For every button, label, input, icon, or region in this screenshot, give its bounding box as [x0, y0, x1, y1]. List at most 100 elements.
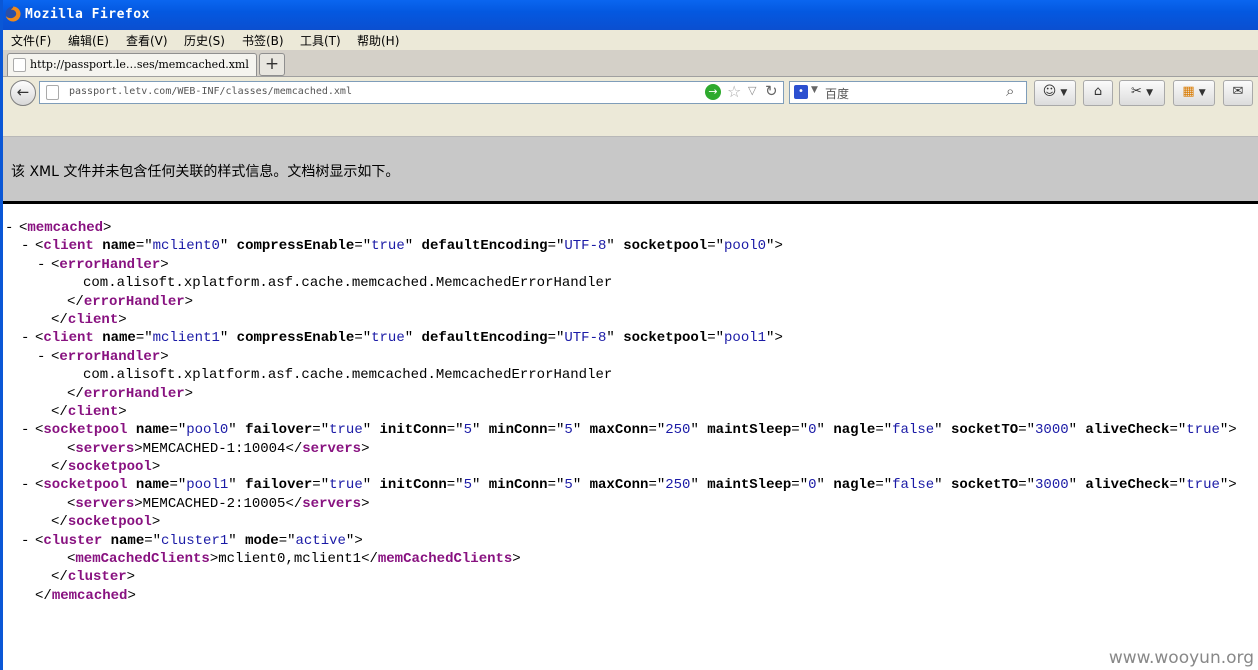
- xml-punct: >: [126, 569, 136, 586]
- xml-tag-name: socketpool: [43, 422, 128, 439]
- xml-line: - <client name="mclient1" compressEnable=…: [5, 329, 1258, 347]
- xml-punct: =": [875, 477, 893, 494]
- xml-tag-name: client: [43, 330, 94, 347]
- menu-view[interactable]: 查看(V): [126, 32, 168, 49]
- xml-line: - <memcached>: [5, 219, 1258, 237]
- back-button[interactable]: ←: [10, 80, 36, 106]
- xml-punct: =": [547, 422, 565, 439]
- xml-line: <memCachedClients>mclient0,mclient1</mem…: [5, 550, 1258, 568]
- collapse-toggle[interactable]: -: [5, 219, 19, 237]
- new-tab-button[interactable]: +: [259, 53, 285, 76]
- magnifier-icon[interactable]: ⌕: [1006, 82, 1014, 100]
- xml-tag-name: servers: [302, 495, 362, 512]
- screenshot-icon: ✂: [1131, 84, 1142, 99]
- url-bar[interactable]: passport.letv.com/WEB-INF/classes/memcac…: [39, 81, 784, 104]
- xml-attr-value: pool1: [186, 477, 229, 494]
- collapse-toggle[interactable]: -: [37, 256, 51, 274]
- xml-tag-name: socketpool: [67, 514, 152, 531]
- reload-icon[interactable]: ↻: [765, 82, 778, 100]
- menu-history[interactable]: 历史(S): [184, 32, 225, 49]
- tab-label: http://passport.le…ses/memcached.xml: [30, 58, 249, 71]
- collapse-toggle[interactable]: -: [21, 421, 35, 439]
- collapse-toggle[interactable]: -: [21, 237, 35, 255]
- screenshot-button[interactable]: ✂ ▼: [1119, 80, 1165, 106]
- xml-punct: >: [151, 514, 161, 531]
- search-engine-dropdown-icon[interactable]: ▼: [811, 85, 818, 95]
- xml-punct: >: [160, 348, 169, 365]
- xml-punct: =": [547, 330, 565, 347]
- xml-punct: </: [51, 514, 68, 531]
- xml-punct: >: [184, 293, 194, 310]
- site-identity-icon[interactable]: [46, 85, 59, 100]
- xml-attr-value: UTF-8: [564, 238, 607, 255]
- xml-attr-name: name: [127, 477, 170, 494]
- url-dropdown-icon[interactable]: ▽: [748, 84, 756, 97]
- xml-punct: >: [151, 459, 161, 476]
- search-bar[interactable]: • ▼ 百度 ⌕: [789, 81, 1027, 104]
- xml-document-tree: - <memcached> - <client name="mclient0" com…: [5, 219, 1258, 619]
- xml-attr-name: minConn: [480, 422, 548, 439]
- menu-tools[interactable]: 工具(T): [300, 32, 341, 49]
- xml-punct: =": [169, 422, 187, 439]
- xml-attr-name: initConn: [371, 422, 447, 439]
- xml-attr-value: 5: [463, 422, 472, 439]
- xml-punct: ">: [1219, 477, 1237, 494]
- go-arrow-icon[interactable]: →: [705, 84, 721, 100]
- xml-punct: </: [35, 587, 52, 604]
- xml-punct: </: [51, 569, 68, 586]
- tab-memcached-xml[interactable]: http://passport.le…ses/memcached.xml: [7, 53, 257, 76]
- xml-punct: </: [285, 440, 303, 457]
- xml-line: </client>: [5, 403, 1258, 421]
- xml-line: com.alisoft.xplatform.asf.cache.memcache…: [5, 366, 1258, 384]
- xml-attr-name: nagle: [824, 422, 876, 439]
- xml-punct: </: [51, 403, 68, 420]
- collapse-toggle[interactable]: -: [21, 532, 35, 550]
- xml-attr-name: socketpool: [614, 238, 708, 255]
- xml-attr-name: name: [93, 238, 136, 255]
- url-text[interactable]: passport.letv.com/WEB-INF/classes/memcac…: [69, 86, 352, 97]
- menu-file[interactable]: 文件(F): [11, 32, 51, 49]
- xml-line: <servers>MEMCACHED-1:10004</servers>: [5, 440, 1258, 458]
- baidu-paw-icon[interactable]: •: [794, 85, 808, 99]
- watermark: www.wooyun.org: [1108, 648, 1254, 668]
- menu-help[interactable]: 帮助(H): [357, 32, 399, 49]
- home-button[interactable]: ⌂: [1083, 80, 1113, 106]
- xml-punct: >: [118, 403, 127, 420]
- menu-edit[interactable]: 编辑(E): [68, 32, 109, 49]
- xml-attr-value: 5: [564, 422, 573, 439]
- apps-button[interactable]: ▦ ▼: [1173, 80, 1215, 106]
- xml-punct: =": [354, 238, 372, 255]
- xml-attr-value: 5: [564, 477, 573, 494]
- xml-punct: ": [404, 330, 414, 347]
- xml-punct: =": [791, 422, 809, 439]
- xml-punct: ": [362, 422, 372, 439]
- xml-punct: ">: [766, 238, 783, 255]
- window-titlebar[interactable]: Mozilla Firefox: [0, 0, 1258, 30]
- xml-punct: =": [312, 422, 330, 439]
- xml-punct: =": [1018, 477, 1036, 494]
- xml-punct: ": [572, 477, 582, 494]
- xml-attr-name: mode: [236, 532, 279, 549]
- mail-button[interactable]: ✉: [1223, 80, 1253, 106]
- xml-line: </client>: [5, 311, 1258, 329]
- xml-punct: =": [446, 422, 464, 439]
- xml-attr-value: true: [371, 238, 405, 255]
- xml-punct: =": [648, 422, 666, 439]
- collapse-toggle[interactable]: -: [21, 476, 35, 494]
- collapse-toggle[interactable]: -: [21, 329, 35, 347]
- menu-bookmarks[interactable]: 书签(B): [242, 32, 284, 49]
- xml-line: - <client name="mclient0" compressEnable=…: [5, 237, 1258, 255]
- xml-punct: =": [144, 532, 162, 549]
- xml-tag-name: client: [43, 238, 94, 255]
- xml-punct: =": [1169, 477, 1187, 494]
- xml-punct: =": [707, 238, 725, 255]
- xml-punct: </: [361, 551, 378, 568]
- menu-bar: 文件(F) 编辑(E) 查看(V) 历史(S) 书签(B) 工具(T) 帮助(H…: [3, 30, 1258, 50]
- xml-punct: =": [446, 477, 464, 494]
- xml-punct: =": [135, 330, 153, 347]
- collapse-toggle[interactable]: -: [37, 348, 51, 366]
- xml-line: </errorHandler>: [5, 385, 1258, 403]
- bookmark-star-icon[interactable]: ☆: [727, 82, 741, 101]
- xml-punct: </: [285, 495, 303, 512]
- addon-menu-button[interactable]: ☺ ▼: [1034, 80, 1076, 106]
